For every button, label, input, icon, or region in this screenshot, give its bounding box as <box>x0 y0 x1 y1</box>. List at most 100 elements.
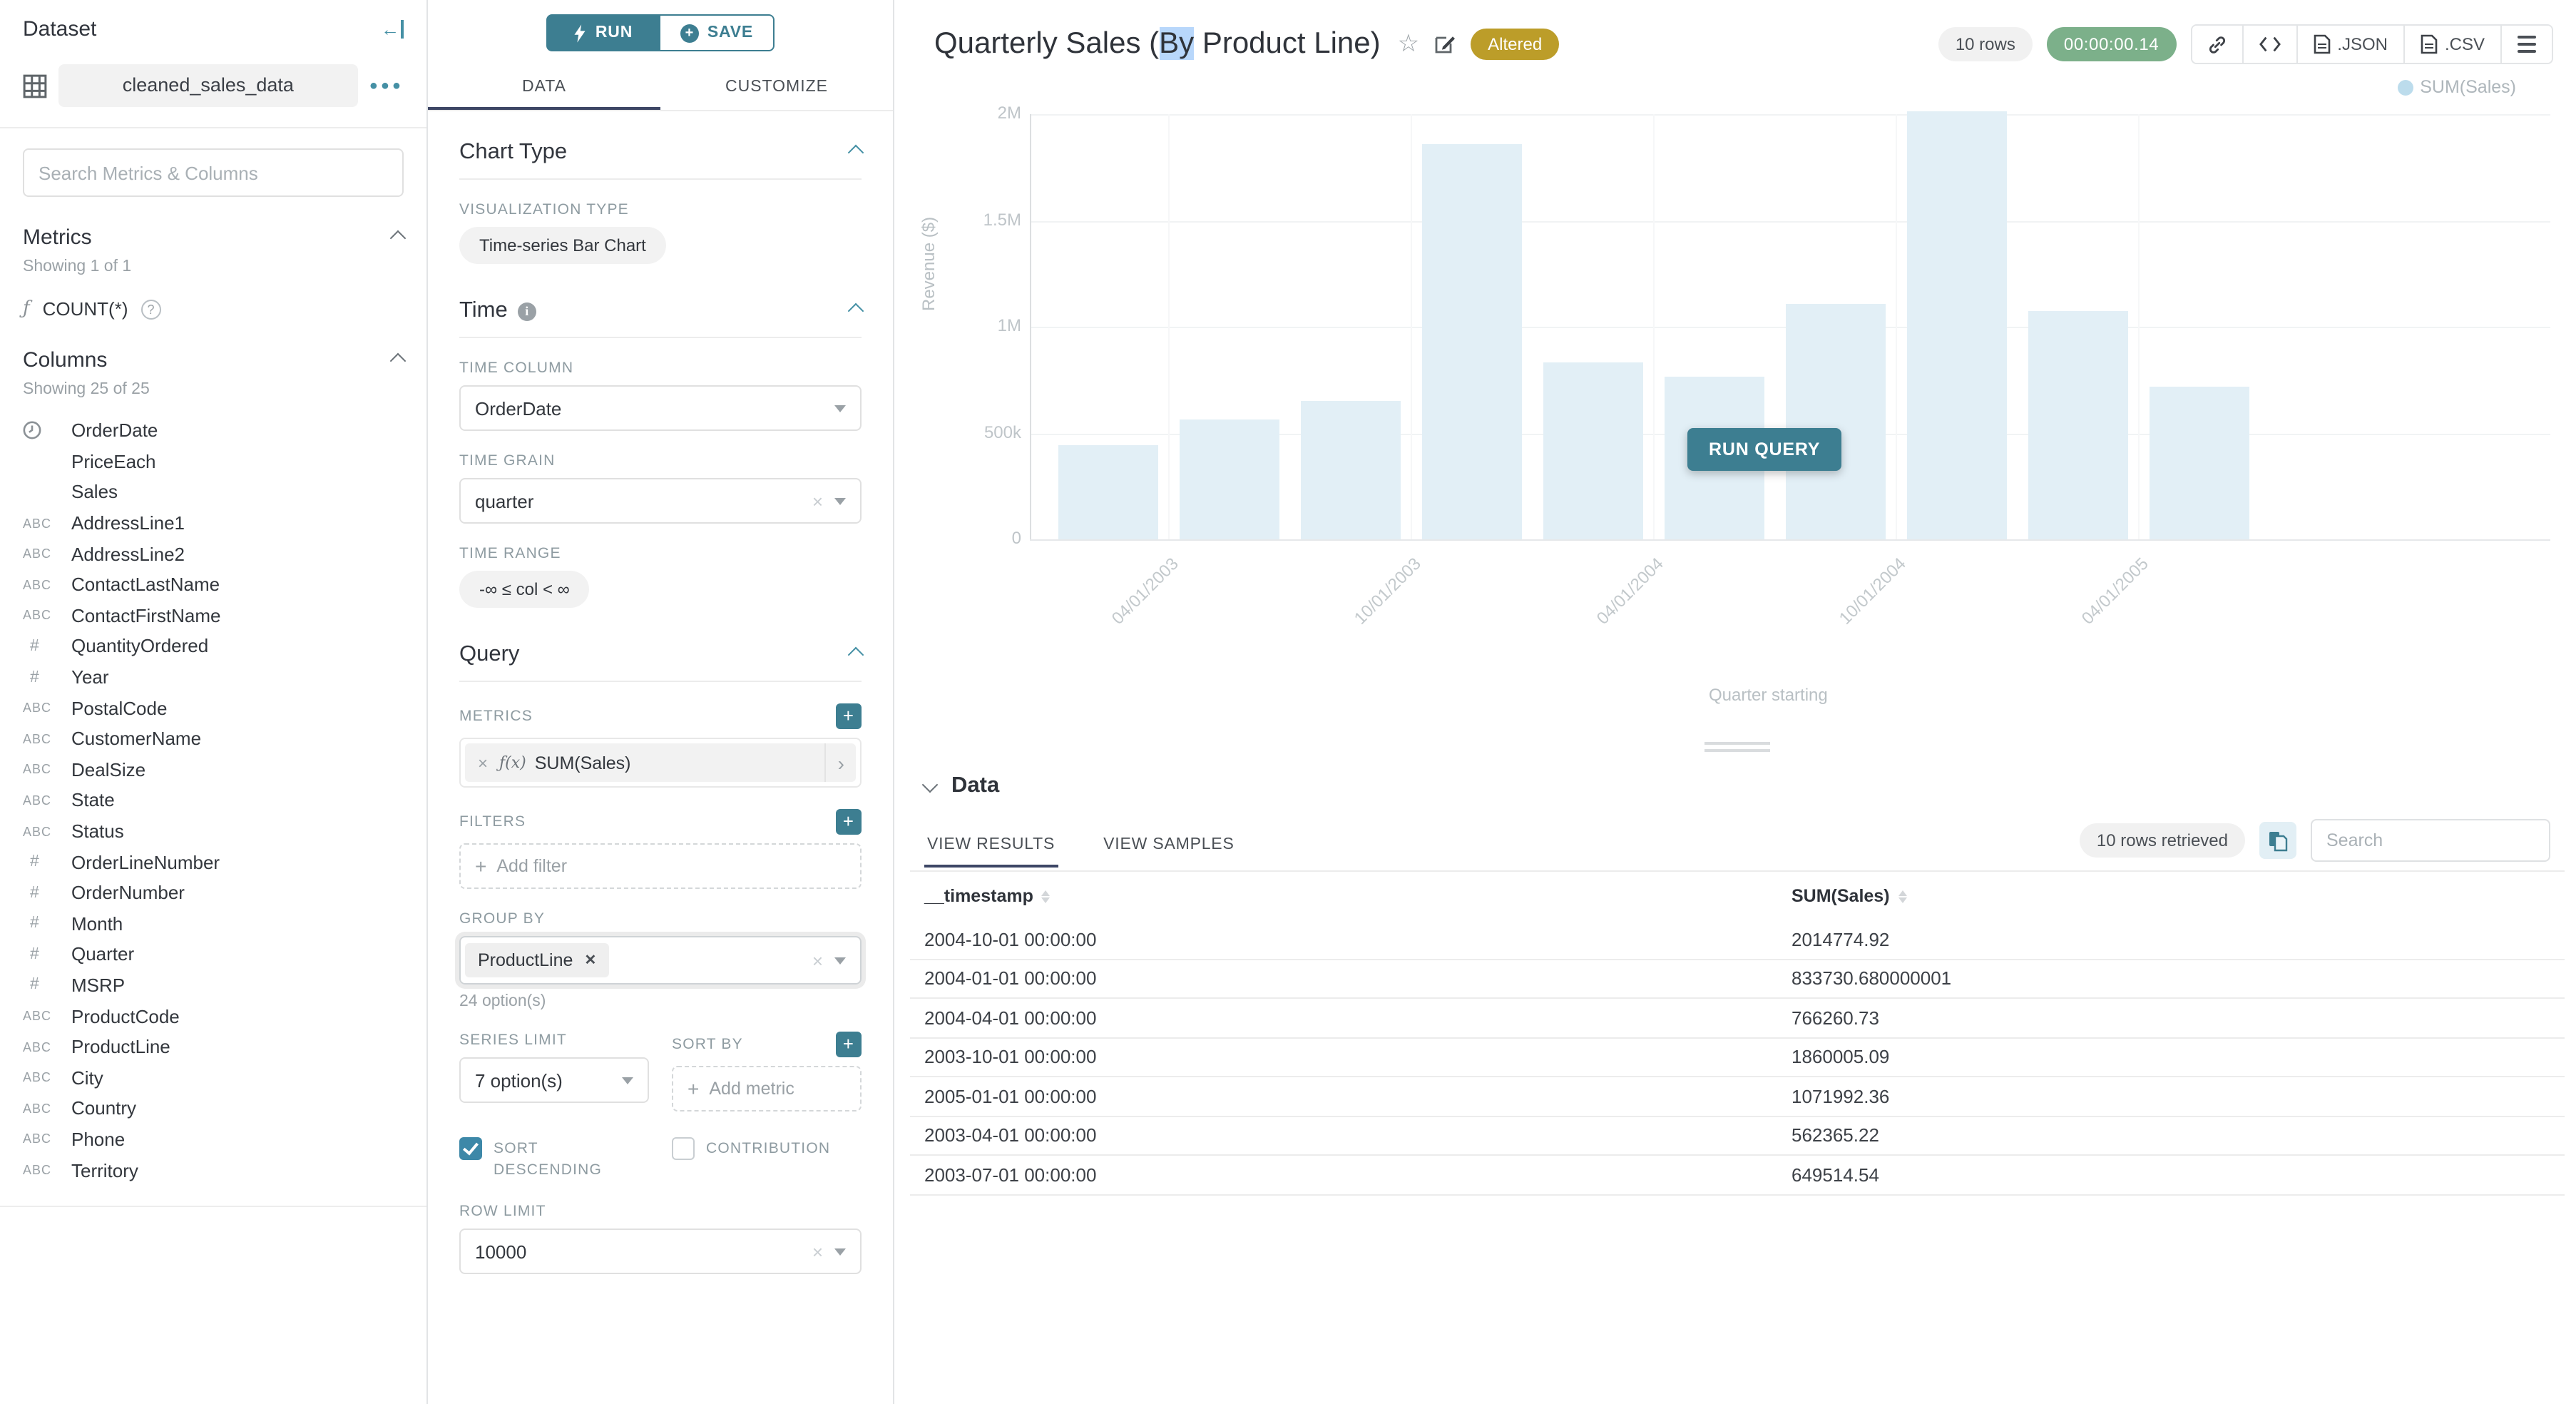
column-item[interactable]: OrderDate <box>23 415 404 446</box>
copy-link-button[interactable] <box>2192 26 2242 63</box>
chart-legend[interactable]: SUM(Sales) <box>2397 77 2516 97</box>
column-item[interactable]: ABCState <box>23 785 404 815</box>
column-item[interactable]: #OrderLineNumber <box>23 847 404 878</box>
time-grain-select[interactable]: quarter × <box>459 478 862 524</box>
table-row[interactable]: 2005-01-01 00:00:001071992.36 <box>910 1077 2565 1116</box>
table-row[interactable]: 2003-07-01 00:00:00649514.54 <box>910 1156 2565 1195</box>
table-row[interactable]: 2004-10-01 00:00:002014774.92 <box>910 920 2565 960</box>
clear-icon[interactable]: × <box>812 950 823 971</box>
embed-code-button[interactable] <box>2242 26 2296 63</box>
page-title[interactable]: Quarterly Sales (By Product Line) <box>934 27 1381 61</box>
help-icon[interactable]: ? <box>141 299 161 319</box>
metric-item[interactable]: ƒ COUNT(*) ? <box>23 298 404 320</box>
info-icon[interactable]: i <box>518 302 536 320</box>
dataset-name[interactable]: cleaned_sales_data <box>58 64 358 107</box>
column-header-timestamp[interactable]: __timestamp <box>924 886 1792 906</box>
column-item[interactable]: #OrderNumber <box>23 878 404 908</box>
clear-icon[interactable]: × <box>812 490 823 512</box>
table-row[interactable]: 2003-04-01 00:00:00562365.22 <box>910 1116 2565 1156</box>
column-item[interactable]: #Year <box>23 662 404 693</box>
clear-icon[interactable]: × <box>812 1241 823 1262</box>
export-json-button[interactable]: .JSON <box>2296 26 2403 63</box>
run-button[interactable]: RUN <box>546 14 660 51</box>
sort-icon[interactable] <box>1042 890 1051 902</box>
tab-customize[interactable]: CUSTOMIZE <box>660 66 893 110</box>
column-item[interactable]: ABCCity <box>23 1062 404 1093</box>
series-limit-select[interactable]: 7 option(s) <box>459 1057 649 1103</box>
column-item[interactable]: #QuantityOrdered <box>23 631 404 661</box>
add-filter-button[interactable]: + <box>836 809 862 835</box>
metric-chip[interactable]: × ƒ(x) SUM(Sales) › <box>465 743 856 782</box>
copy-data-button[interactable] <box>2259 822 2296 859</box>
edit-title-icon[interactable] <box>1433 33 1456 56</box>
time-column-select[interactable]: OrderDate <box>459 385 862 431</box>
bar[interactable] <box>1179 419 1279 539</box>
export-csv-button[interactable]: .CSV <box>2403 26 2500 63</box>
viz-type-value[interactable]: Time-series Bar Chart <box>459 227 666 264</box>
collapse-results-icon[interactable] <box>922 776 939 793</box>
add-sort-metric-button[interactable]: + <box>836 1032 862 1057</box>
checkbox-unchecked-icon[interactable] <box>672 1137 695 1160</box>
tab-view-results[interactable]: VIEW RESULTS <box>924 823 1058 867</box>
bar[interactable] <box>1906 111 2006 539</box>
column-item[interactable]: ABCCountry <box>23 1093 404 1124</box>
column-item[interactable]: ABCProductCode <box>23 1001 404 1032</box>
results-search-input[interactable] <box>2311 819 2550 862</box>
section-collapse-icon[interactable] <box>848 145 864 161</box>
column-item[interactable]: ABCContactFirstName <box>23 600 404 631</box>
columns-collapse-icon[interactable] <box>390 352 407 369</box>
favorite-star-icon[interactable]: ☆ <box>1398 30 1420 58</box>
time-range-value[interactable]: -∞ ≤ col < ∞ <box>459 571 590 608</box>
column-item[interactable]: ABCStatus <box>23 815 404 846</box>
dataset-more-icon[interactable]: ●●● <box>369 78 404 93</box>
menu-button[interactable] <box>2500 26 2552 63</box>
bar[interactable] <box>1421 144 1521 539</box>
add-sort-metric-dropzone[interactable]: + Add metric <box>672 1066 862 1112</box>
column-item[interactable]: ABCPhone <box>23 1124 404 1154</box>
sort-descending-checkbox[interactable]: SORT DESCENDING <box>459 1137 649 1181</box>
column-item[interactable]: ABCTerritory <box>23 1155 404 1186</box>
run-query-button[interactable]: RUN QUERY <box>1687 428 1841 471</box>
column-item[interactable]: ABCCustomerName <box>23 723 404 754</box>
sort-icon[interactable] <box>1898 890 1907 902</box>
group-by-chip[interactable]: ProductLine✕ <box>465 943 609 977</box>
bar[interactable] <box>1543 362 1642 539</box>
bar[interactable] <box>1058 444 1157 539</box>
column-item[interactable]: ABCAddressLine2 <box>23 539 404 569</box>
search-metrics-columns-input[interactable] <box>23 148 404 197</box>
bar[interactable] <box>2028 312 2127 539</box>
chevron-right-icon[interactable]: › <box>825 743 856 782</box>
table-row[interactable]: 2004-04-01 00:00:00766260.73 <box>910 999 2565 1038</box>
column-item[interactable]: ABCAddressLine1 <box>23 508 404 539</box>
add-filter-dropzone[interactable]: + Add filter <box>459 843 862 889</box>
column-item[interactable]: #Quarter <box>23 939 404 970</box>
column-header-sum-sales[interactable]: SUM(Sales) <box>1792 886 1907 906</box>
column-item[interactable]: PriceEach <box>23 446 404 477</box>
contribution-checkbox[interactable]: CONTRIBUTION <box>672 1137 862 1181</box>
section-collapse-icon[interactable] <box>848 647 864 663</box>
panel-resize-handle[interactable] <box>1704 742 1770 756</box>
add-metric-button[interactable]: + <box>836 703 862 729</box>
column-item[interactable]: ABCContactLastName <box>23 569 404 600</box>
column-item[interactable]: #Month <box>23 908 404 939</box>
altered-badge[interactable]: Altered <box>1471 29 1559 60</box>
bar[interactable] <box>1785 303 1885 539</box>
column-item[interactable]: ABCPostalCode <box>23 693 404 723</box>
collapse-panel-icon[interactable]: ← <box>381 20 404 39</box>
bar[interactable] <box>2149 386 2249 539</box>
column-item[interactable]: Sales <box>23 477 404 507</box>
bar[interactable] <box>1300 401 1400 539</box>
checkbox-checked-icon[interactable] <box>459 1137 482 1160</box>
remove-chip-icon[interactable]: ✕ <box>584 952 596 968</box>
column-item[interactable]: ABCProductLine <box>23 1032 404 1062</box>
metrics-collapse-icon[interactable] <box>390 230 407 246</box>
column-item[interactable]: ABCDealSize <box>23 754 404 785</box>
save-button[interactable]: + SAVE <box>660 14 775 51</box>
table-row[interactable]: 2003-10-01 00:00:001860005.09 <box>910 1038 2565 1077</box>
group-by-select[interactable]: ProductLine✕ × <box>459 936 862 985</box>
tab-data[interactable]: DATA <box>428 66 660 110</box>
section-collapse-icon[interactable] <box>848 303 864 320</box>
column-item[interactable]: #MSRP <box>23 970 404 1000</box>
tab-view-samples[interactable]: VIEW SAMPLES <box>1100 823 1237 867</box>
remove-metric-icon[interactable]: × <box>465 753 499 773</box>
